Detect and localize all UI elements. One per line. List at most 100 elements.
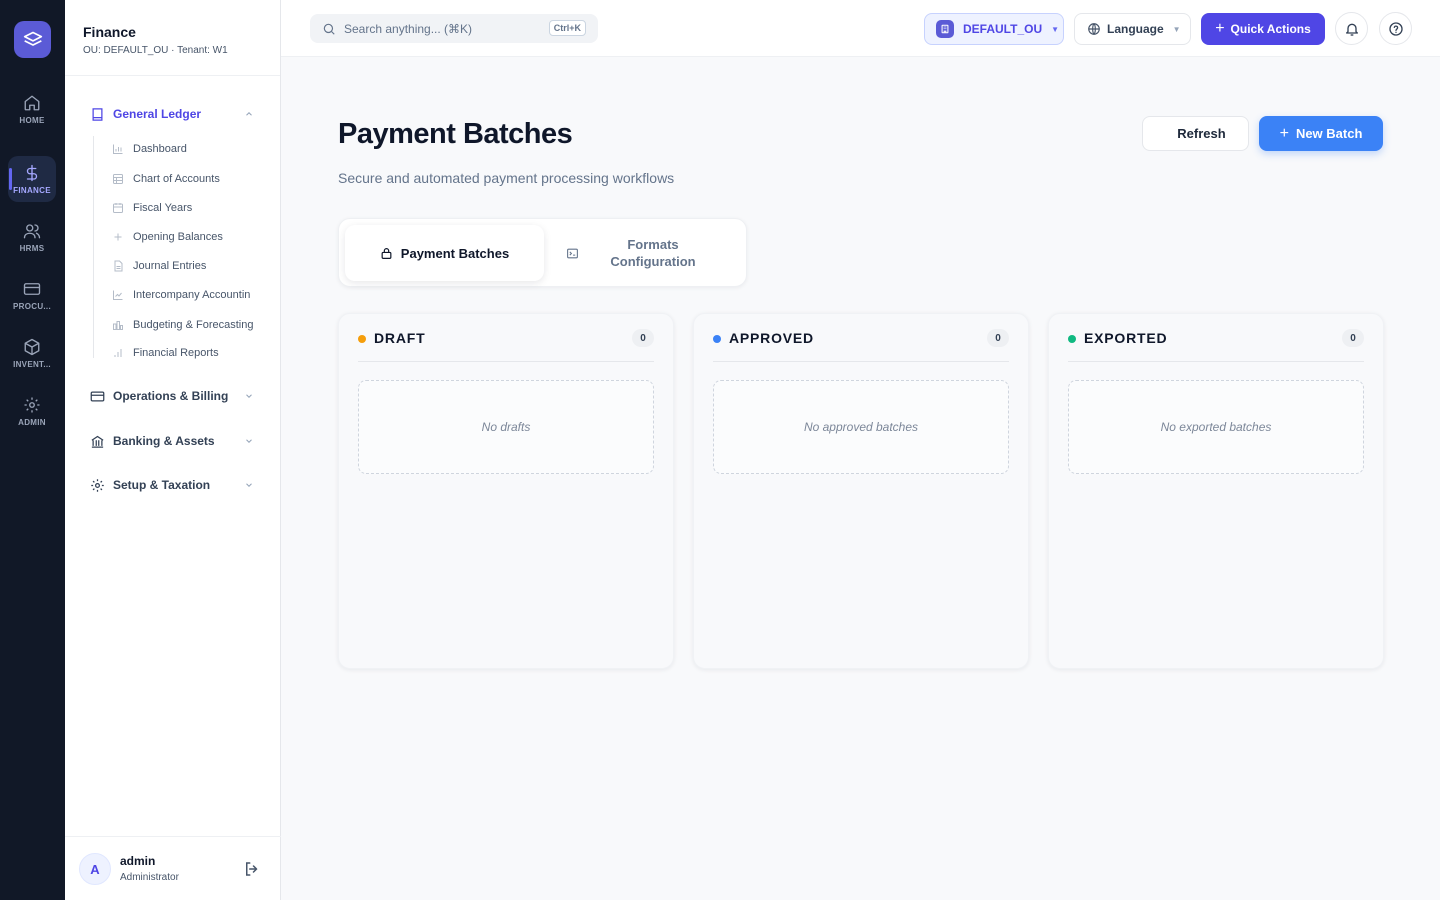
layers-icon (23, 31, 42, 46)
sidebar-tree-line (93, 136, 94, 358)
settings-icon (91, 478, 104, 492)
column-approved: APPROVED 0 No approved batches (693, 313, 1029, 669)
rail-item-inventory[interactable]: INVENT... (8, 330, 56, 376)
sidebar-item-opening-balances[interactable]: Opening Balances (112, 227, 272, 247)
building-icon (936, 20, 954, 38)
new-batch-button[interactable]: + New Batch (1259, 116, 1383, 151)
sidebar-item-label: Financial Reports (133, 347, 219, 359)
box-icon (24, 338, 40, 355)
plus-icon (114, 233, 122, 241)
tab-bar: Payment Batches Formats Configuration (338, 218, 747, 287)
ou-label: DEFAULT_OU (963, 22, 1043, 36)
bar-chart-icon (113, 144, 123, 154)
tab-label: Formats Configuration (610, 237, 696, 269)
count-badge: 0 (1342, 329, 1364, 347)
column-title: APPROVED (729, 330, 814, 346)
empty-state: No exported batches (1068, 380, 1364, 474)
refresh-button[interactable]: Refresh (1142, 116, 1249, 151)
rail-label-inventory: INVENT... (13, 359, 51, 369)
count-badge: 0 (987, 329, 1009, 347)
search-shortcut-badge: Ctrl+K (548, 20, 586, 36)
home-icon (24, 95, 40, 110)
rail-item-finance[interactable]: FINANCE (8, 156, 56, 202)
table-icon (113, 174, 123, 184)
sidebar-group-label: General Ledger (113, 107, 202, 121)
sidebar-item-journal-entries[interactable]: Journal Entries (112, 256, 272, 276)
logout-icon[interactable] (243, 860, 261, 878)
user-role: Administrator (120, 872, 179, 883)
rail-label-home: HOME (19, 115, 45, 125)
sidebar-item-financial-reports[interactable]: Financial Reports (112, 343, 272, 363)
sidebar-item-label: Dashboard (133, 143, 187, 155)
sidebar-item-fiscal-years[interactable]: Fiscal Years (112, 198, 272, 218)
chevron-up-icon (246, 112, 252, 116)
sidebar-group-operations-billing[interactable]: Operations & Billing (90, 385, 254, 407)
ou-selector[interactable]: DEFAULT_OU ▼ (924, 13, 1064, 45)
plus-icon: + (1215, 20, 1225, 37)
terminal-icon (567, 248, 578, 259)
bell-icon (1345, 23, 1358, 36)
tab-formats-configuration[interactable]: Formats Configuration (554, 225, 744, 281)
sidebar-subtitle: OU: DEFAULT_OU · Tenant: W1 (83, 45, 228, 56)
sidebar-header: Finance OU: DEFAULT_OU · Tenant: W1 (65, 0, 280, 76)
report-icon (114, 349, 122, 357)
chevron-down-icon (246, 394, 252, 398)
app-logo[interactable] (14, 21, 51, 58)
plus-icon: + (1279, 124, 1289, 142)
sidebar-item-label: Journal Entries (133, 260, 207, 272)
rail-item-procurement[interactable]: PROCU... (8, 272, 56, 318)
status-dot (1068, 335, 1076, 343)
status-dot (713, 335, 721, 343)
sidebar-group-general-ledger[interactable]: General Ledger (90, 103, 254, 125)
bank-icon (91, 435, 104, 448)
count-badge: 0 (632, 329, 654, 347)
document-icon (114, 260, 123, 272)
globe-icon (1088, 23, 1100, 35)
sidebar-group-label: Operations & Billing (113, 389, 229, 403)
quick-actions-label: Quick Actions (1230, 22, 1311, 36)
sidebar-item-label: Fiscal Years (133, 202, 193, 214)
dollar-icon (26, 164, 38, 181)
search-placeholder: Search anything... (⌘K) (344, 21, 473, 36)
rail-label-admin: ADMIN (18, 417, 46, 427)
users-icon (23, 223, 41, 238)
quick-actions-button[interactable]: + Quick Actions (1201, 13, 1325, 45)
search-input[interactable]: Search anything... (⌘K) Ctrl+K (310, 14, 598, 43)
language-label: Language (1107, 22, 1164, 36)
rail-label-hrms: HRMS (19, 243, 45, 253)
sidebar-group-banking-assets[interactable]: Banking & Assets (90, 430, 254, 452)
app-rail: HOME FINANCE HRMS PROCU... INVENT... ADM… (0, 0, 65, 900)
tab-payment-batches[interactable]: Payment Batches (345, 225, 544, 281)
column-header: DRAFT 0 (358, 329, 654, 362)
sidebar-item-label: Chart of Accounts (133, 173, 220, 185)
budget-icon (113, 321, 123, 330)
help-button[interactable] (1379, 12, 1412, 45)
rail-item-hrms[interactable]: HRMS (8, 214, 56, 260)
avatar[interactable]: A (79, 853, 111, 885)
column-exported: EXPORTED 0 No exported batches (1048, 313, 1384, 669)
sidebar-item-chart-of-accounts[interactable]: Chart of Accounts (112, 169, 272, 189)
caret-down-icon: ▼ (1051, 24, 1060, 34)
column-header: APPROVED 0 (713, 329, 1009, 362)
sidebar-group-label: Banking & Assets (113, 434, 215, 448)
language-selector[interactable]: Language ▼ (1074, 13, 1191, 45)
sidebar-item-intercompany[interactable]: Intercompany Accountin (112, 285, 272, 305)
sidebar-item-label: Budgeting & Forecasting (133, 319, 254, 331)
sidebar-item-budgeting[interactable]: Budgeting & Forecasting (112, 315, 272, 335)
sidebar-user-footer: A admin Administrator (65, 836, 281, 900)
column-draft: DRAFT 0 No drafts (338, 313, 674, 669)
page-subtitle: Secure and automated payment processing … (338, 170, 675, 186)
page-title: Payment Batches (338, 118, 573, 150)
line-chart-icon (113, 290, 123, 300)
rail-item-admin[interactable]: ADMIN (8, 388, 56, 434)
calendar-icon (113, 203, 123, 213)
new-batch-label: New Batch (1295, 126, 1363, 141)
sidebar-item-dashboard[interactable]: Dashboard (112, 139, 272, 159)
notifications-button[interactable] (1335, 12, 1368, 45)
sidebar-group-label: Setup & Taxation (113, 478, 211, 492)
sidebar-group-setup-taxation[interactable]: Setup & Taxation (90, 474, 254, 496)
gear-icon (24, 397, 40, 412)
rail-item-home[interactable]: HOME (8, 86, 56, 132)
status-dot (358, 335, 366, 343)
rail-label-finance: FINANCE (13, 185, 51, 195)
